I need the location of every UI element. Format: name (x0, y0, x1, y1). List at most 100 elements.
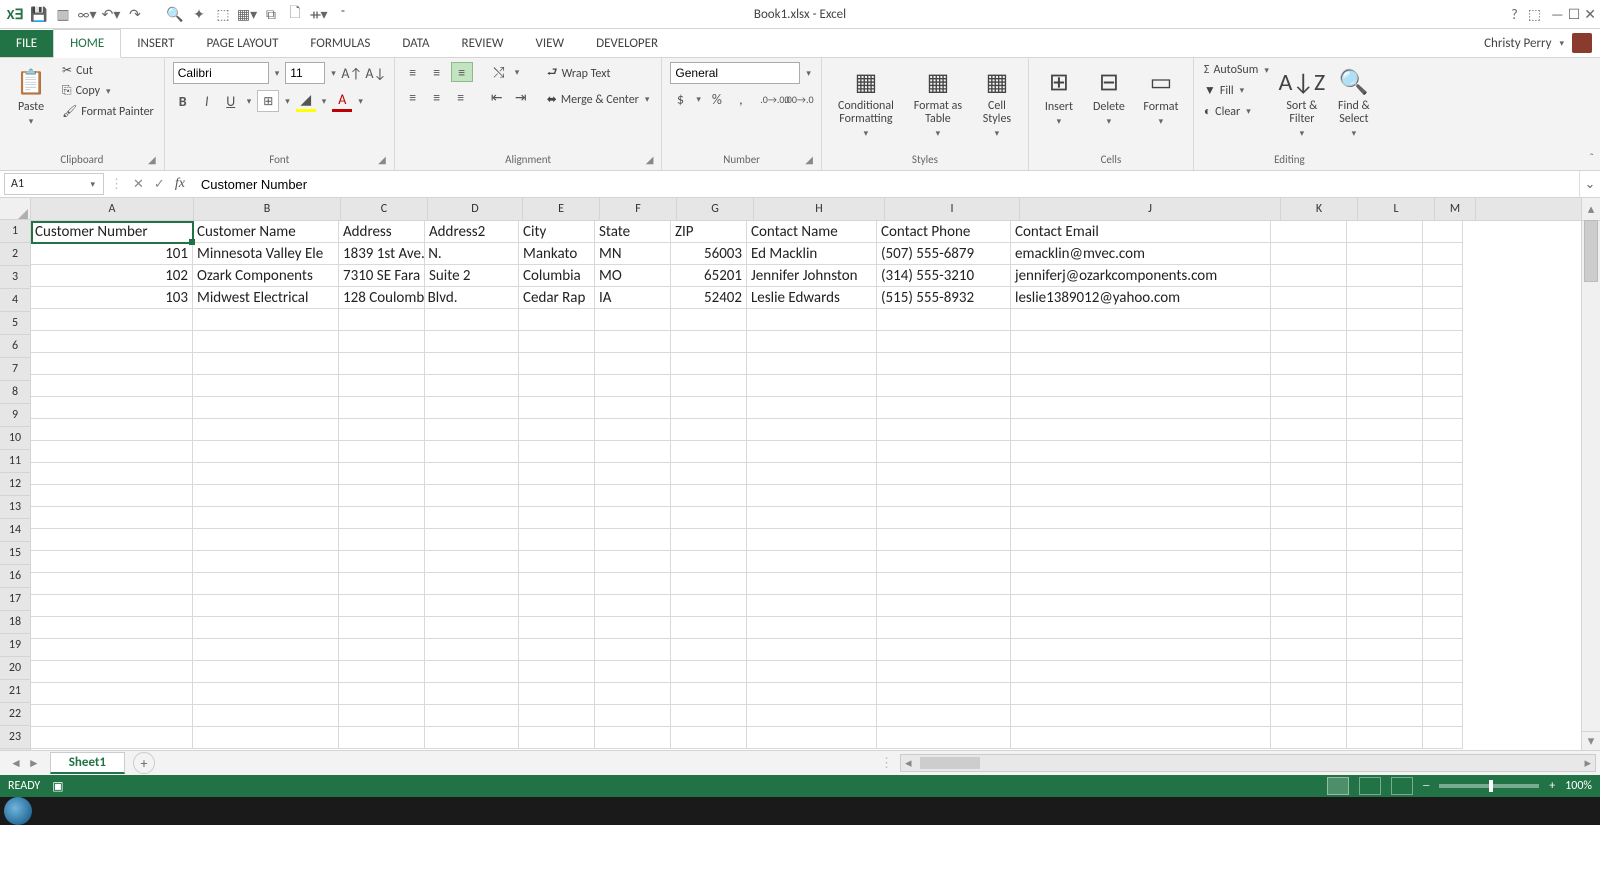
cell[interactable] (339, 375, 425, 397)
scroll-up-icon[interactable]: ▴ (1582, 198, 1600, 221)
cell[interactable] (31, 529, 193, 551)
minimize-icon[interactable]: — (1551, 6, 1564, 23)
borders-button[interactable]: ⊞ (257, 90, 279, 112)
find-select-button[interactable]: 🔍Find & Select▾ (1331, 62, 1377, 139)
cell[interactable] (193, 551, 339, 573)
cell[interactable] (595, 353, 671, 375)
cell[interactable] (193, 309, 339, 331)
cell[interactable] (671, 397, 747, 419)
cell[interactable] (519, 419, 595, 441)
cell[interactable] (877, 529, 1011, 551)
cell[interactable]: Leslie Edwards (747, 287, 877, 309)
sheet-tab[interactable]: Sheet1 (50, 752, 125, 774)
cell[interactable] (1423, 375, 1463, 397)
merge-center-button[interactable]: ⬌Merge & Center▾ (545, 91, 654, 108)
vertical-scrollbar[interactable]: ▴ ▾ (1581, 198, 1600, 750)
tab-developer[interactable]: DEVELOPER (580, 30, 674, 57)
fill-button[interactable]: ▼Fill▾ (1202, 82, 1273, 99)
cell[interactable] (1347, 573, 1423, 595)
cell[interactable] (519, 441, 595, 463)
cell[interactable] (1347, 705, 1423, 727)
cell[interactable] (595, 683, 671, 705)
column-header[interactable]: I (885, 198, 1020, 220)
cell[interactable] (31, 397, 193, 419)
cell[interactable] (1423, 507, 1463, 529)
cell[interactable] (671, 573, 747, 595)
cell[interactable] (425, 551, 519, 573)
number-format-input[interactable] (670, 62, 800, 84)
cell[interactable] (339, 419, 425, 441)
cell[interactable] (1011, 463, 1271, 485)
column-header[interactable]: F (600, 198, 677, 220)
cell[interactable] (671, 463, 747, 485)
cell[interactable]: 101 (31, 243, 193, 265)
decrease-indent-icon[interactable]: ⇤ (487, 88, 507, 106)
cell[interactable] (1347, 419, 1423, 441)
row-header[interactable]: 18 (0, 611, 30, 634)
cell[interactable] (1423, 397, 1463, 419)
cell[interactable] (1423, 727, 1463, 749)
cell[interactable] (1271, 595, 1347, 617)
cell[interactable] (1423, 463, 1463, 485)
column-header[interactable]: H (754, 198, 885, 220)
zoom-out-icon[interactable]: ─ (1423, 779, 1429, 793)
expand-formula-bar-icon[interactable]: ⌄ (1579, 171, 1600, 197)
cell[interactable] (425, 353, 519, 375)
cell[interactable] (31, 375, 193, 397)
cell[interactable]: emacklin@mvec.com (1011, 243, 1271, 265)
cell[interactable] (519, 463, 595, 485)
cell[interactable] (31, 551, 193, 573)
cell[interactable] (425, 485, 519, 507)
cell[interactable] (877, 551, 1011, 573)
cell[interactable] (671, 375, 747, 397)
select-all-corner[interactable] (0, 198, 30, 220)
cell[interactable] (1347, 309, 1423, 331)
row-header[interactable]: 1 (0, 220, 30, 243)
column-header[interactable]: C (341, 198, 428, 220)
scrollbar-thumb[interactable] (920, 757, 980, 769)
cell[interactable] (339, 507, 425, 529)
clear-button[interactable]: ◐Clear▾ (1202, 103, 1273, 120)
row-header[interactable]: 22 (0, 703, 30, 726)
cell[interactable] (339, 595, 425, 617)
cell[interactable] (747, 529, 877, 551)
cell[interactable] (1423, 287, 1463, 309)
cell[interactable] (1347, 375, 1423, 397)
tab-review[interactable]: REVIEW (446, 30, 520, 57)
cell[interactable] (595, 595, 671, 617)
cell[interactable] (339, 397, 425, 419)
chevron-down-icon[interactable]: ▾ (88, 179, 97, 190)
chevron-down-icon[interactable]: ▾ (804, 68, 813, 79)
cell[interactable] (671, 727, 747, 749)
cell[interactable] (1271, 441, 1347, 463)
cell[interactable] (1271, 573, 1347, 595)
cell[interactable] (1011, 397, 1271, 419)
cell[interactable] (671, 639, 747, 661)
cell[interactable] (31, 331, 193, 353)
cell[interactable] (1271, 309, 1347, 331)
cell[interactable] (671, 529, 747, 551)
cell[interactable] (31, 705, 193, 727)
qat-icon[interactable]: ⧉ (262, 5, 280, 23)
cell[interactable] (519, 639, 595, 661)
cell[interactable] (1271, 529, 1347, 551)
cell[interactable] (1347, 727, 1423, 749)
cell[interactable]: ZIP (671, 221, 747, 243)
cell[interactable] (1271, 331, 1347, 353)
cell[interactable] (31, 485, 193, 507)
qat-icon[interactable]: ⬚ (214, 5, 232, 23)
italic-button[interactable]: I (197, 92, 217, 110)
cell[interactable] (1423, 419, 1463, 441)
cell[interactable] (1347, 529, 1423, 551)
cell[interactable] (1271, 639, 1347, 661)
percent-format-icon[interactable]: % (707, 90, 727, 108)
cell[interactable] (31, 661, 193, 683)
cell[interactable] (747, 639, 877, 661)
row-header[interactable]: 13 (0, 496, 30, 519)
cell[interactable]: City (519, 221, 595, 243)
cell[interactable] (193, 617, 339, 639)
cell[interactable] (425, 331, 519, 353)
column-header[interactable]: M (1435, 198, 1476, 220)
decrease-decimal-icon[interactable]: .00→.0 (789, 90, 809, 108)
cell[interactable] (1347, 287, 1423, 309)
